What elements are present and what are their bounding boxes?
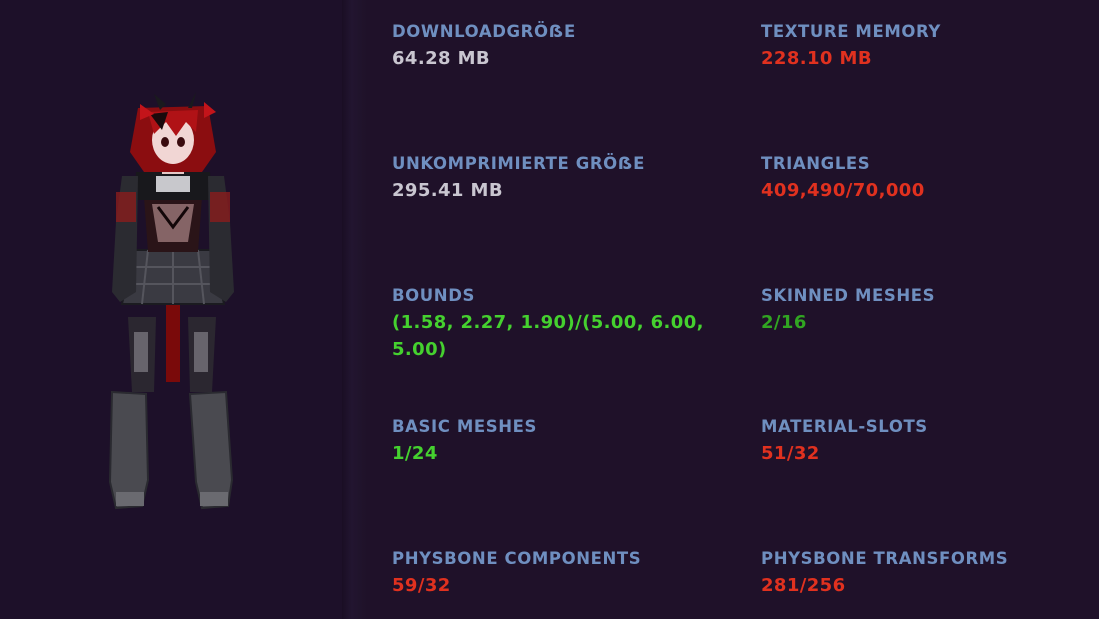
stat-label: SKINNED MESHES <box>761 286 936 305</box>
performance-stats-panel: DOWNLOADGRÖẞE 64.28 MB TEXTURE MEMORY 22… <box>366 0 1099 619</box>
stat-physbone-components: PHYSBONE COMPONENTS 59/32 <box>392 549 641 599</box>
panel-divider <box>342 0 366 619</box>
avatar-left-boot <box>108 390 150 510</box>
stat-value: (1.58, 2.27, 1.90)/(5.00, 6.00, 5.00) <box>392 309 704 363</box>
stat-label: BASIC MESHES <box>392 417 537 436</box>
avatar-preview-icon <box>108 92 234 510</box>
stat-value: 51/32 <box>761 443 820 464</box>
stat-skinned-meshes: SKINNED MESHES 2/16 <box>761 286 935 336</box>
stat-label: DOWNLOADGRÖẞE <box>392 22 576 41</box>
stat-value: 1/24 <box>392 443 438 464</box>
stat-texture-memory: TEXTURE MEMORY 228.10 MB <box>761 22 941 72</box>
stat-label: PHYSBONE COMPONENTS <box>392 549 642 568</box>
stat-value: 295.41 MB <box>392 180 503 201</box>
stat-label: TEXTURE MEMORY <box>761 22 941 41</box>
stat-label: PHYSBONE TRANSFORMS <box>761 549 1009 568</box>
avatar-preview-panel <box>0 0 342 619</box>
stat-label: TRIANGLES <box>761 154 871 173</box>
stat-value-line: 5.00) <box>392 339 447 360</box>
stat-value: 59/32 <box>392 575 451 596</box>
stat-physbone-transforms: PHYSBONE TRANSFORMS 281/256 <box>761 549 1008 599</box>
avatar-right-horn <box>188 92 196 108</box>
stat-value: 228.10 MB <box>761 48 872 69</box>
stat-uncompressed-size: UNKOMPRIMIERTE GRÖẞE 295.41 MB <box>392 154 645 204</box>
stat-label: BOUNDS <box>392 286 475 305</box>
stat-value: 281/256 <box>761 575 846 596</box>
stat-value: 2/16 <box>761 312 807 333</box>
stat-value: 409,490/70,000 <box>761 180 925 201</box>
stat-label: UNKOMPRIMIERTE GRÖẞE <box>392 154 646 173</box>
stat-value-line: (1.58, 2.27, 1.90)/(5.00, 6.00, <box>392 312 704 333</box>
stat-basic-meshes: BASIC MESHES 1/24 <box>392 417 537 467</box>
avatar-right-boot <box>188 390 234 510</box>
stat-label: MATERIAL-SLOTS <box>761 417 928 436</box>
stat-bounds: BOUNDS (1.58, 2.27, 1.90)/(5.00, 6.00, 5… <box>392 286 704 363</box>
stat-triangles: TRIANGLES 409,490/70,000 <box>761 154 925 204</box>
stat-download-size: DOWNLOADGRÖẞE 64.28 MB <box>392 22 576 72</box>
stat-material-slots: MATERIAL-SLOTS 51/32 <box>761 417 928 467</box>
stat-value: 64.28 MB <box>392 48 491 69</box>
